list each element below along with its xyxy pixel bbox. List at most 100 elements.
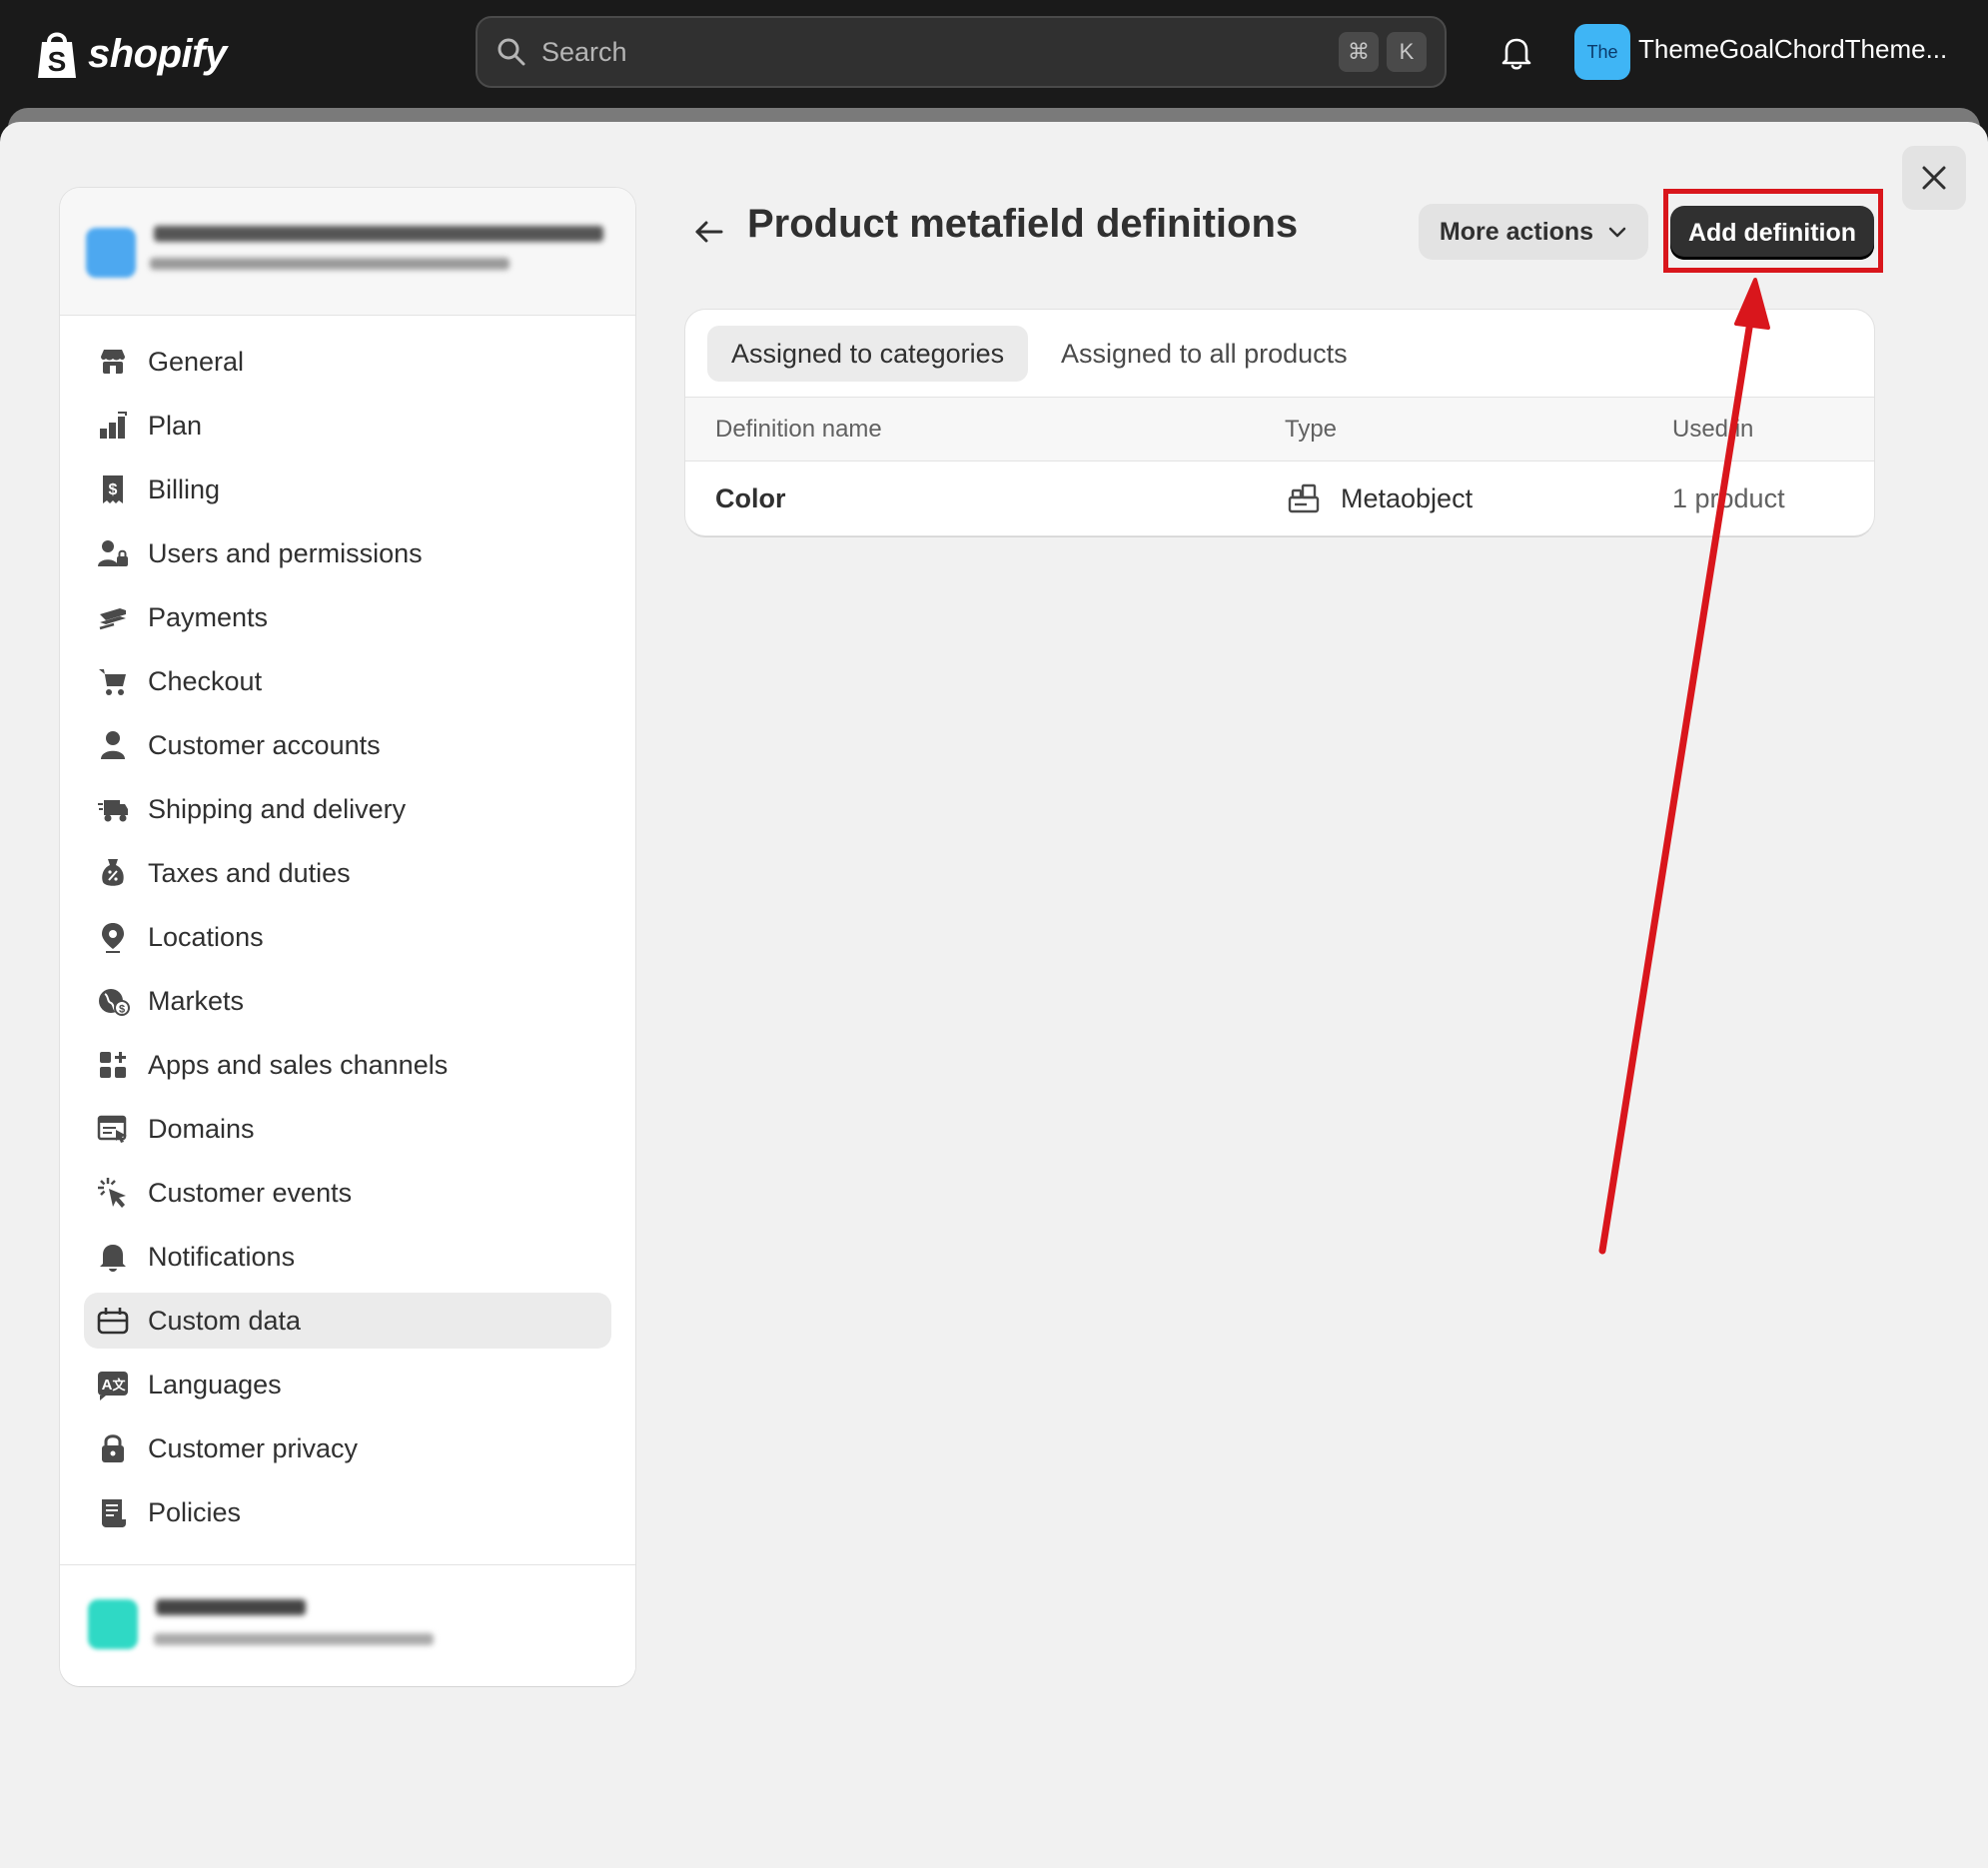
definitions-card: Assigned to categories Assigned to all p…: [685, 310, 1874, 535]
sidebar-item-label: Notifications: [148, 1241, 296, 1272]
column-header-definition-name[interactable]: Definition name: [715, 416, 882, 444]
sidebar-item-customer-accounts[interactable]: Customer accounts: [84, 717, 611, 773]
language-icon: A 文: [98, 1372, 128, 1401]
sidebar-item-users[interactable]: Users and permissions: [84, 525, 611, 581]
tab-assigned-to-categories[interactable]: Assigned to categories: [707, 326, 1029, 382]
definition-name[interactable]: Color: [715, 483, 786, 514]
sidebar-item-label: Custom data: [148, 1305, 302, 1336]
apps-icon: [100, 1052, 126, 1078]
sidebar-item-label: Policies: [148, 1496, 242, 1527]
sidebar-item-label: Markets: [148, 985, 245, 1016]
logo-wordmark: shopify: [88, 31, 227, 76]
store-switcher[interactable]: [60, 188, 635, 316]
cart-icon: [99, 669, 126, 695]
bell-icon: [100, 1245, 126, 1272]
sidebar-item-custom-data[interactable]: Custom data: [84, 1293, 611, 1349]
sidebar-item-general[interactable]: General: [84, 334, 611, 390]
location-pin-icon: [102, 923, 124, 953]
sidebar-item-label: Locations: [148, 921, 264, 952]
svg-text:$: $: [119, 1004, 125, 1016]
sidebar-item-customer-privacy[interactable]: Customer privacy: [84, 1420, 611, 1476]
metaobject-icon: [1288, 483, 1320, 513]
truck-icon: [98, 800, 128, 822]
account-switcher[interactable]: [60, 1564, 635, 1686]
sidebar-item-label: Apps and sales channels: [148, 1049, 449, 1080]
person-lock-icon: [98, 540, 128, 566]
k-key: K: [1387, 32, 1427, 72]
sidebar-item-plan[interactable]: Plan: [84, 398, 611, 454]
tax-icon: [102, 859, 124, 886]
sidebar-item-label: Customer events: [148, 1177, 353, 1208]
user-avatar-blurred: [88, 1599, 138, 1649]
notifications-bell-icon[interactable]: [1496, 32, 1536, 72]
policy-icon: [102, 1499, 126, 1527]
cursor-click-icon: [98, 1178, 126, 1208]
back-arrow-icon[interactable]: [689, 212, 729, 252]
user-email-blurred: [154, 1633, 434, 1645]
sidebar-item-notifications[interactable]: Notifications: [84, 1229, 611, 1285]
sidebar-item-shipping[interactable]: Shipping and delivery: [84, 781, 611, 837]
metafields-icon: [97, 1308, 129, 1335]
close-icon: [1922, 166, 1946, 190]
sidebar-item-label: Taxes and duties: [148, 857, 351, 888]
sidebar-item-markets[interactable]: $ Markets: [84, 973, 611, 1029]
sidebar-item-apps[interactable]: Apps and sales channels: [84, 1037, 611, 1093]
store-url-blurred: [150, 258, 509, 270]
definition-tabs: Assigned to categories Assigned to all p…: [685, 310, 1874, 398]
store-avatar[interactable]: The: [1574, 24, 1630, 80]
settings-modal: General Plan $ Billing Users and permiss…: [0, 122, 1988, 1868]
page-title: Product metafield definitions: [747, 202, 1299, 246]
user-name-blurred: [156, 1599, 306, 1615]
settings-sidebar: General Plan $ Billing Users and permiss…: [60, 188, 635, 1686]
more-actions-button[interactable]: More actions: [1419, 204, 1648, 260]
sidebar-item-label: Plan: [148, 410, 203, 441]
sidebar-item-customer-events[interactable]: Customer events: [84, 1165, 611, 1221]
shopify-logo[interactable]: S shopify: [34, 24, 227, 84]
sidebar-item-checkout[interactable]: Checkout: [84, 653, 611, 709]
command-key: ⌘: [1339, 32, 1379, 72]
close-button[interactable]: [1902, 146, 1966, 210]
store-title-blurred: [154, 226, 603, 242]
sidebar-item-label: Billing: [148, 473, 221, 504]
sidebar-item-label: Payments: [148, 601, 269, 632]
table-row[interactable]: Color Metaobject 1 product: [685, 462, 1874, 535]
settings-nav: General Plan $ Billing Users and permiss…: [84, 334, 611, 1548]
svg-text:文: 文: [112, 1378, 126, 1394]
column-header-used-in[interactable]: Used in: [1672, 416, 1753, 444]
store-avatar-blurred: [86, 228, 136, 278]
chevron-down-icon: [1608, 227, 1626, 238]
sidebar-item-languages[interactable]: A 文 Languages: [84, 1357, 611, 1412]
svg-text:S: S: [48, 46, 67, 77]
sidebar-item-label: Shipping and delivery: [148, 793, 407, 824]
lock-icon: [102, 1434, 124, 1462]
add-definition-button[interactable]: Add definition: [1670, 206, 1874, 260]
sidebar-item-label: Languages: [148, 1369, 282, 1400]
tab-assigned-to-all-products[interactable]: Assigned to all products: [1037, 326, 1372, 382]
column-header-type[interactable]: Type: [1285, 416, 1337, 444]
store-name[interactable]: ThemeGoalChordTheme...: [1638, 34, 1968, 65]
definition-used-in[interactable]: 1 product: [1672, 483, 1785, 514]
sidebar-item-label: Customer accounts: [148, 729, 381, 760]
svg-text:A: A: [102, 1377, 113, 1394]
sidebar-item-label: Customer privacy: [148, 1432, 359, 1463]
top-bar: S shopify Search ⌘ K The ThemeGoalChordT…: [0, 0, 1988, 108]
sidebar-item-label: General: [148, 346, 245, 377]
definition-type: Metaobject: [1341, 483, 1474, 513]
search-bar[interactable]: Search ⌘ K: [476, 16, 1447, 88]
globe-dollar-icon: $: [99, 989, 130, 1016]
sidebar-item-locations[interactable]: Locations: [84, 909, 611, 965]
sidebar-item-billing[interactable]: $ Billing: [84, 462, 611, 517]
person-icon: [101, 731, 125, 759]
sidebar-item-label: Checkout: [148, 665, 263, 696]
svg-text:$: $: [109, 481, 118, 498]
sidebar-item-payments[interactable]: Payments: [84, 589, 611, 645]
table-header: Definition name Type Used in: [685, 398, 1874, 462]
credit-card-icon: [99, 608, 126, 630]
sidebar-item-policies[interactable]: Policies: [84, 1484, 611, 1540]
more-actions-label: More actions: [1439, 217, 1594, 246]
store-icon: [101, 350, 125, 374]
receipt-dollar-icon: $: [103, 475, 123, 503]
sidebar-item-domains[interactable]: Domains: [84, 1101, 611, 1157]
search-icon: [497, 38, 525, 66]
sidebar-item-taxes[interactable]: Taxes and duties: [84, 845, 611, 901]
